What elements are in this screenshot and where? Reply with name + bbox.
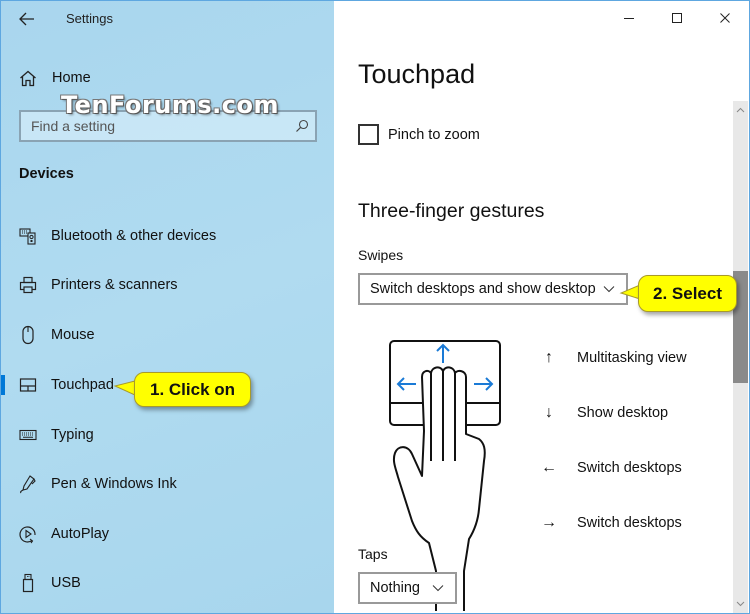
swipes-selected-value: Switch desktops and show desktop	[370, 281, 596, 297]
scroll-down-button[interactable]	[733, 597, 748, 611]
search-input[interactable]	[31, 118, 289, 134]
usb-icon	[18, 573, 38, 593]
checkbox-box[interactable]	[358, 124, 379, 145]
three-finger-hand-illustration	[389, 340, 501, 611]
arrow-right-icon: →	[541, 514, 557, 531]
swipes-dropdown[interactable]: Switch desktops and show desktop	[358, 273, 628, 305]
chevron-down-icon	[736, 601, 745, 607]
app-title: Settings	[66, 11, 113, 26]
sidebar-item-label: Mouse	[51, 327, 95, 343]
mouse-icon	[18, 325, 38, 345]
keyboard-icon	[18, 425, 38, 445]
gesture-row-up: ↑ Multitasking view	[539, 346, 739, 370]
sidebar-item-label: AutoPlay	[51, 526, 110, 542]
sidebar-item-label: Printers & scanners	[51, 277, 178, 293]
checkbox-label: Pinch to zoom	[388, 126, 480, 143]
watermark: TenForums.com	[61, 91, 280, 119]
touchpad-icon	[18, 375, 38, 395]
page-title: Touchpad	[358, 59, 476, 89]
sidebar-item-label: Touchpad	[51, 377, 114, 393]
home-icon	[20, 70, 36, 86]
sidebar-item-label: Typing	[51, 427, 94, 443]
gesture-label: Show desktop	[577, 405, 669, 421]
scroll-up-button[interactable]	[733, 103, 748, 117]
gesture-label: Switch desktops	[577, 515, 682, 531]
gesture-row-left: ← Switch desktops	[539, 456, 739, 480]
bluetooth-devices-icon	[18, 226, 38, 246]
sidebar-item-home[interactable]: Home	[19, 65, 91, 91]
sidebar-item-autoplay[interactable]: AutoPlay	[1, 516, 334, 552]
close-icon	[720, 13, 730, 23]
gesture-label: Switch desktops	[577, 460, 682, 476]
pen-icon	[18, 474, 38, 494]
window-controls	[605, 1, 749, 35]
autoplay-icon	[18, 524, 38, 544]
taps-label: Taps	[358, 546, 388, 562]
sidebar-item-usb[interactable]: USB	[1, 565, 334, 601]
sidebar-item-pen[interactable]: Pen & Windows Ink	[1, 466, 334, 502]
callout-step-1: 1. Click on	[134, 372, 251, 407]
arrow-up-icon: ↑	[545, 349, 553, 366]
taps-selected-value: Nothing	[370, 580, 420, 596]
printer-icon	[18, 275, 38, 295]
sidebar-item-label: Home	[52, 70, 91, 86]
maximize-icon	[672, 13, 682, 23]
section-heading: Devices	[19, 166, 74, 182]
arrow-left-icon: ←	[541, 459, 557, 476]
minimize-button[interactable]	[605, 1, 653, 35]
pinch-to-zoom-checkbox[interactable]: Pinch to zoom	[358, 124, 480, 145]
back-button[interactable]	[15, 7, 39, 31]
three-finger-gestures-heading: Three-finger gestures	[358, 200, 545, 222]
search-icon[interactable]	[289, 119, 315, 133]
swipes-label: Swipes	[358, 247, 404, 263]
sidebar: Settings Home TenForums.com Devices Blue…	[1, 1, 334, 613]
minimize-icon	[624, 18, 634, 19]
sidebar-item-label: Bluetooth & other devices	[51, 228, 217, 244]
vertical-scrollbar[interactable]	[733, 101, 748, 613]
gesture-row-right: → Switch desktops	[539, 511, 739, 535]
callout-step-2: 2. Select	[638, 275, 737, 312]
arrow-down-icon: ↓	[545, 404, 553, 421]
gesture-label: Multitasking view	[577, 350, 687, 366]
settings-window: Settings Home TenForums.com Devices Blue…	[0, 0, 750, 614]
sidebar-item-label: USB	[51, 575, 81, 591]
chevron-up-icon	[736, 107, 745, 113]
maximize-button[interactable]	[653, 1, 701, 35]
gesture-row-down: ↓ Show desktop	[539, 401, 739, 425]
chevron-down-icon	[432, 585, 444, 592]
back-arrow-icon	[19, 12, 34, 26]
chevron-down-icon	[603, 286, 615, 293]
sidebar-item-typing[interactable]: Typing	[1, 417, 334, 453]
sidebar-item-bluetooth[interactable]: Bluetooth & other devices	[1, 218, 334, 254]
sidebar-item-printers[interactable]: Printers & scanners	[1, 267, 334, 303]
close-button[interactable]	[701, 1, 749, 35]
sidebar-item-label: Pen & Windows Ink	[51, 476, 177, 492]
sidebar-item-mouse[interactable]: Mouse	[1, 317, 334, 353]
taps-dropdown[interactable]: Nothing	[358, 572, 457, 604]
